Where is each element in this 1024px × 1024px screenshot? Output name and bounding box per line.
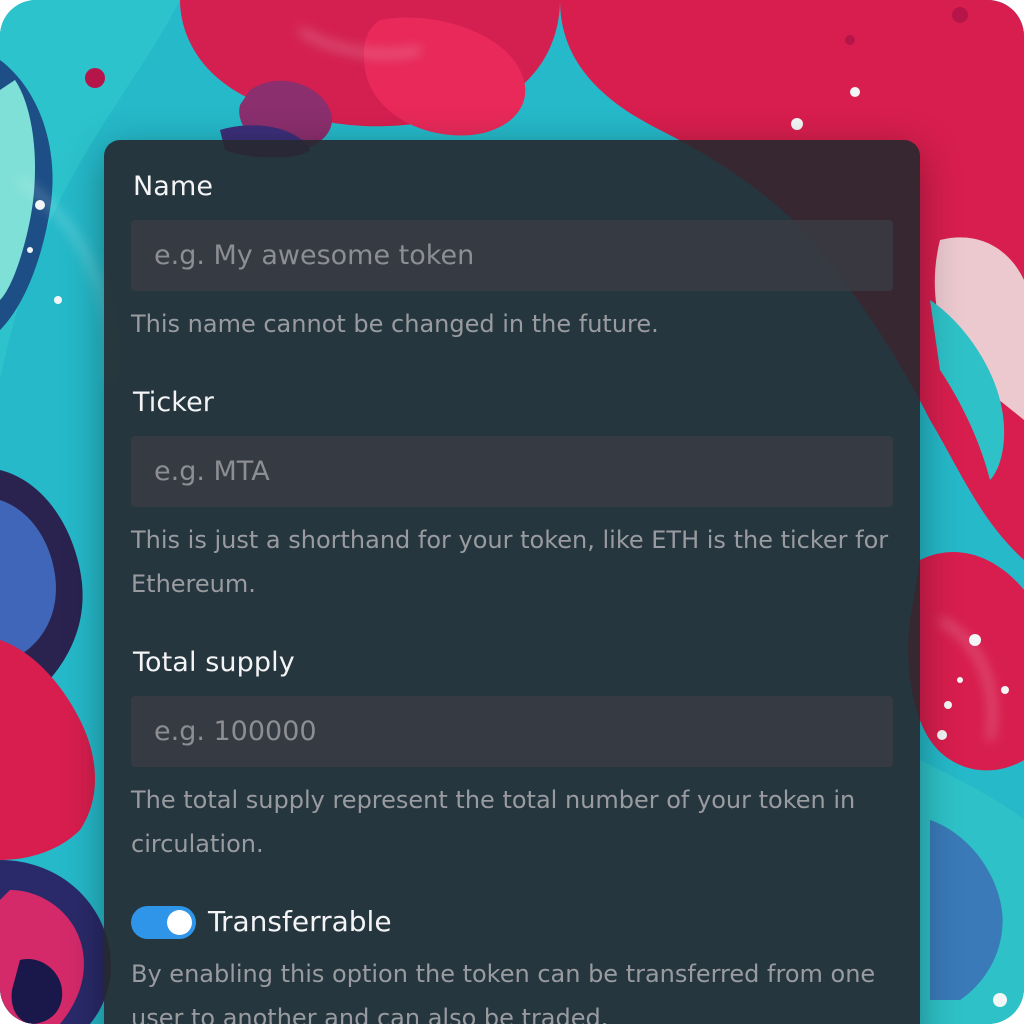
transferrable-toggle[interactable] [131, 906, 196, 939]
name-help-text: This name cannot be changed in the futur… [131, 310, 659, 338]
app-window: Name This name cannot be changed in the … [0, 0, 1024, 1024]
ticker-input[interactable] [131, 436, 893, 507]
ticker-help-text: This is just a shorthand for your token,… [131, 526, 889, 598]
toggle-knob [167, 910, 192, 935]
total-supply-label: Total supply [133, 647, 295, 678]
token-form-card: Name This name cannot be changed in the … [104, 140, 920, 1024]
ticker-label: Ticker [133, 387, 214, 418]
total-supply-help-text: The total supply represent the total num… [131, 786, 856, 858]
total-supply-input[interactable] [131, 696, 893, 767]
transferrable-label: Transferrable [208, 905, 392, 938]
name-input[interactable] [131, 220, 893, 291]
transferrable-help-text: By enabling this option the token can be… [131, 960, 876, 1024]
name-label: Name [133, 171, 214, 202]
